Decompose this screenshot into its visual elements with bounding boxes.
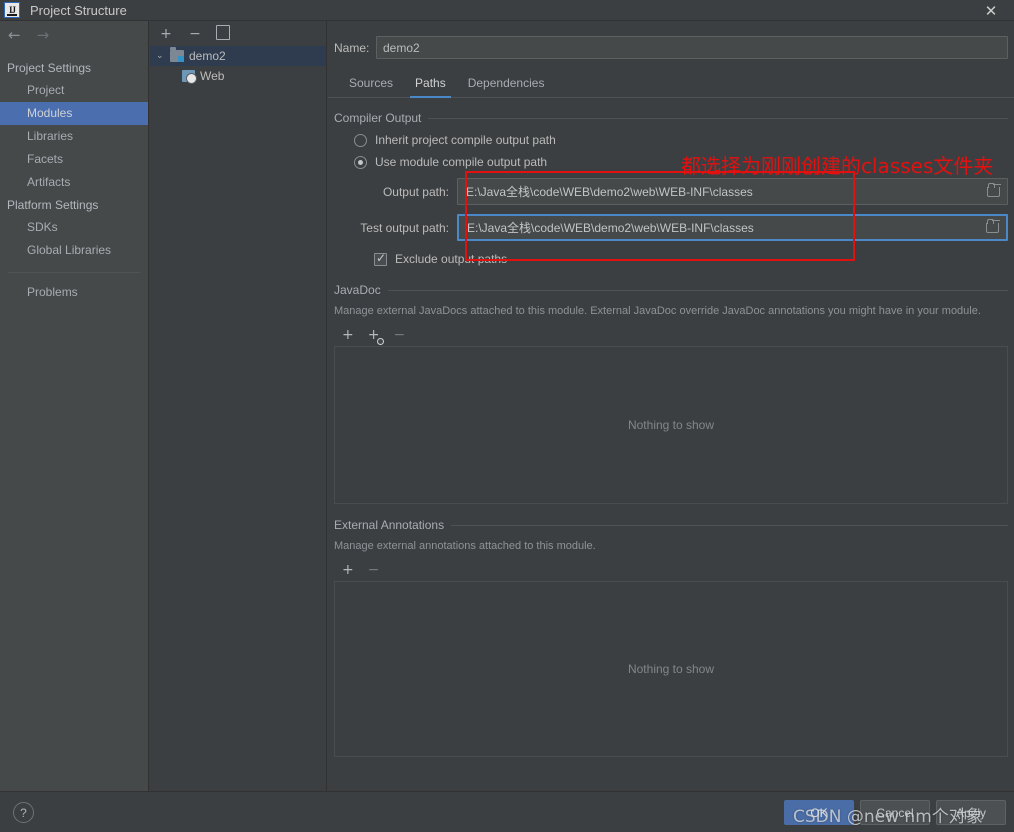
tree-node-label: demo2 — [189, 49, 226, 63]
tab-paths[interactable]: Paths — [404, 76, 457, 97]
javadoc-description: Manage external JavaDocs attached to thi… — [334, 304, 989, 319]
module-output-label: Use module compile output path — [375, 155, 547, 169]
nav-arrows: ← → — [0, 21, 148, 49]
sidebar-item-facets[interactable]: Facets — [0, 148, 148, 171]
inherit-output-radio[interactable] — [354, 134, 367, 147]
javadoc-remove-icon[interactable]: − — [393, 328, 405, 342]
folder-browse-icon — [987, 187, 1000, 197]
javadoc-empty-text: Nothing to show — [628, 418, 714, 432]
annotation-note-text: 都选择为刚刚创建的classes文件夹 — [681, 150, 993, 179]
sidebar-item-project[interactable]: Project — [0, 79, 148, 102]
help-icon[interactable]: ? — [13, 802, 34, 823]
section-rule — [451, 525, 1008, 526]
cancel-button[interactable]: Cancel — [860, 800, 930, 825]
test-output-path-field[interactable]: E:\Java全栈\code\WEB\demo2\web\WEB-INF\cla… — [457, 214, 1008, 241]
section-title-text: External Annotations — [334, 518, 444, 532]
external-annotations-title-row: External Annotations — [334, 518, 1008, 532]
external-annotations-list-area: Nothing to show — [334, 582, 1008, 757]
external-annotations-section: External Annotations Manage external ann… — [334, 518, 1008, 757]
tree-node-label: Web — [200, 69, 224, 83]
sidebar-item-sdks[interactable]: SDKs — [0, 216, 148, 239]
close-icon[interactable]: ✕ — [968, 0, 1014, 21]
output-path-value[interactable]: E:\Java全栈\code\WEB\demo2\web\WEB-INF\cla… — [458, 183, 979, 200]
settings-sidebar: ← → Project Settings Project Modules Lib… — [0, 21, 149, 791]
window-title: Project Structure — [30, 3, 127, 18]
output-path-browse-button[interactable] — [979, 179, 1007, 204]
external-annotations-empty-text: Nothing to show — [628, 662, 714, 676]
title-bar: IJ Project Structure ✕ — [0, 0, 1014, 21]
tab-sources[interactable]: Sources — [338, 76, 404, 97]
group-platform-settings: Platform Settings — [0, 194, 148, 216]
javadoc-toolbar: + + − — [334, 323, 1008, 347]
sidebar-item-global-libraries[interactable]: Global Libraries — [0, 239, 148, 262]
forward-arrow-icon[interactable]: → — [37, 28, 50, 43]
sidebar-item-libraries[interactable]: Libraries — [0, 125, 148, 148]
section-rule — [428, 118, 1008, 119]
output-path-field[interactable]: E:\Java全栈\code\WEB\demo2\web\WEB-INF\cla… — [457, 178, 1008, 205]
tree-node-demo2[interactable]: ⌄ demo2 — [150, 46, 326, 66]
test-output-path-value[interactable]: E:\Java全栈\code\WEB\demo2\web\WEB-INF\cla… — [459, 219, 978, 236]
exclude-output-paths-checkbox[interactable] — [374, 253, 387, 266]
apply-button[interactable]: Apply — [936, 800, 1006, 825]
web-facet-icon — [182, 70, 195, 82]
globe-badge-icon — [377, 338, 384, 345]
chevron-down-icon[interactable]: ⌄ — [156, 51, 170, 61]
module-folder-icon — [170, 50, 184, 62]
inherit-output-label: Inherit project compile output path — [375, 133, 556, 147]
group-project-settings: Project Settings — [0, 57, 148, 79]
settings-list: Project Settings Project Modules Librari… — [0, 57, 148, 304]
module-name-label: Name: — [334, 41, 376, 55]
external-annotations-toolbar: + − — [334, 558, 1008, 582]
section-title-text: JavaDoc — [334, 283, 381, 297]
compiler-output-section: Compiler Output Inherit project compile … — [334, 111, 1008, 266]
module-tree-panel: + − ⌄ demo2 Web — [150, 21, 327, 791]
module-name-row: Name: — [328, 21, 1014, 59]
add-module-icon[interactable]: + — [158, 27, 174, 41]
external-annotations-remove-icon[interactable]: − — [368, 563, 380, 577]
copy-module-icon[interactable] — [218, 27, 230, 40]
ok-button[interactable]: OK — [784, 800, 854, 825]
output-path-label: Output path: — [354, 185, 457, 199]
sidebar-divider — [8, 272, 140, 273]
section-rule — [388, 290, 1008, 291]
javadoc-add-url-icon[interactable]: + — [368, 328, 380, 342]
exclude-output-paths-label: Exclude output paths — [395, 252, 507, 266]
dialog-button-row: OK Cancel Apply — [784, 800, 1006, 825]
back-arrow-icon[interactable]: ← — [8, 28, 21, 43]
sidebar-item-artifacts[interactable]: Artifacts — [0, 171, 148, 194]
sidebar-item-problems[interactable]: Problems — [0, 281, 148, 304]
folder-browse-icon — [986, 223, 999, 233]
javadoc-add-icon[interactable]: + — [342, 328, 354, 342]
module-tabs: Sources Paths Dependencies — [328, 70, 1014, 98]
test-output-path-label: Test output path: — [354, 221, 457, 235]
section-title-text: Compiler Output — [334, 111, 421, 125]
javadoc-section: JavaDoc Manage external JavaDocs attache… — [334, 283, 1008, 504]
compiler-output-title-row: Compiler Output — [334, 111, 1008, 125]
external-annotations-add-icon[interactable]: + — [342, 563, 354, 577]
module-tree-toolbar: + − — [150, 21, 326, 46]
test-output-path-row: Test output path: E:\Java全栈\code\WEB\dem… — [334, 214, 1008, 241]
test-output-path-browse-button[interactable] — [978, 216, 1006, 239]
output-path-row: Output path: E:\Java全栈\code\WEB\demo2\we… — [334, 178, 1008, 205]
module-output-radio[interactable] — [354, 156, 367, 169]
external-annotations-description: Manage external annotations attached to … — [334, 539, 989, 554]
tree-node-web[interactable]: Web — [150, 66, 326, 86]
sidebar-item-modules[interactable]: Modules — [0, 102, 148, 125]
remove-module-icon[interactable]: − — [187, 27, 203, 41]
javadoc-title-row: JavaDoc — [334, 283, 1008, 297]
javadoc-list-area: Nothing to show — [334, 347, 1008, 504]
tab-dependencies[interactable]: Dependencies — [457, 76, 556, 97]
project-structure-dialog: IJ Project Structure ✕ ← → Project Setti… — [0, 0, 1014, 832]
inherit-output-radio-row[interactable]: Inherit project compile output path — [354, 133, 1008, 147]
exclude-output-paths-row[interactable]: Exclude output paths — [374, 252, 1008, 266]
intellij-idea-icon: IJ — [4, 2, 20, 18]
dialog-footer: ? OK Cancel Apply — [0, 791, 1014, 832]
module-name-input[interactable] — [376, 36, 1008, 59]
module-config-panel: Name: Sources Paths Dependencies Compile… — [328, 21, 1014, 791]
